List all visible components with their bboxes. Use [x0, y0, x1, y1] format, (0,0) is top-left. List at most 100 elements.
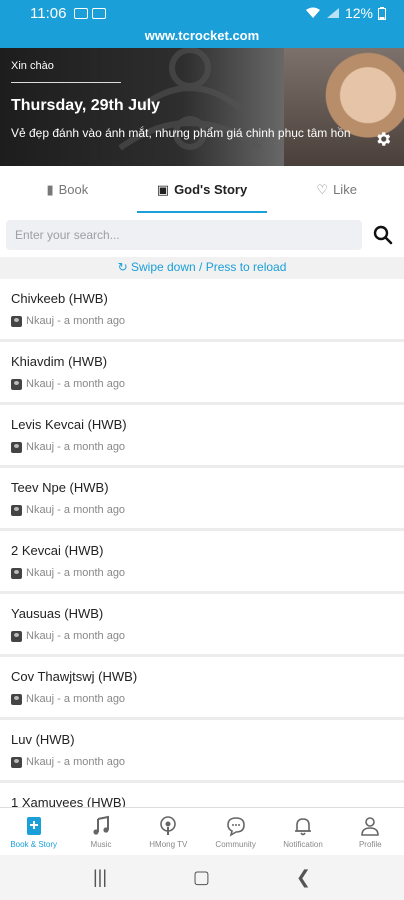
author-avatar-icon [11, 693, 22, 705]
story-title: 1 Xamuyees (HWB) [11, 795, 126, 807]
status-right: 12% [305, 5, 386, 21]
image-notification-icon [74, 7, 89, 19]
nav-hmong-tv-label: HMong TV [149, 839, 188, 849]
author-avatar-icon [11, 630, 22, 642]
story-title: 2 Kevcai (HWB) [11, 543, 104, 558]
hero-quote: Vẻ đẹp đánh vào ánh mắt, nhưng phẩm giá … [11, 126, 351, 140]
battery-icon [378, 6, 386, 20]
music-note-icon [93, 815, 109, 835]
tab-like-label: Like [333, 182, 357, 197]
nav-notification[interactable]: Notification [269, 808, 336, 855]
nav-community-label: Community [215, 839, 256, 849]
tab-book[interactable]: ▮ Book [0, 166, 135, 213]
person-icon [361, 816, 380, 836]
story-meta-text: Nkauj - a month ago [26, 315, 126, 327]
story-meta: Nkauj - a month ago [11, 693, 393, 705]
battery-percent: 12% [344, 5, 373, 21]
search-input[interactable] [6, 220, 362, 250]
hero-portrait-image [284, 48, 404, 166]
book-story-icon [26, 816, 41, 835]
nav-book-story[interactable]: Book & Story [0, 808, 67, 855]
signal-icon [326, 8, 339, 18]
search-row [0, 213, 404, 257]
list-item[interactable]: 1 Xamuyees (HWB) [0, 783, 404, 807]
story-title: Chivkeeb (HWB) [11, 291, 108, 306]
story-meta-text: Nkauj - a month ago [26, 630, 126, 642]
author-avatar-icon [11, 567, 22, 579]
story-meta: Nkauj - a month ago [11, 504, 393, 516]
tab-book-label: Book [58, 182, 89, 197]
status-bar: 11:06 12% [0, 0, 404, 26]
story-meta: Nkauj - a month ago [11, 315, 393, 327]
back-icon[interactable]: ❮ [296, 867, 311, 888]
reload-hint[interactable]: ↻ Swipe down / Press to reload [0, 257, 404, 279]
story-meta-text: Nkauj - a month ago [26, 567, 126, 579]
list-item[interactable]: Chivkeeb (HWB) Nkauj - a month ago [0, 279, 404, 342]
nav-book-story-label: Book & Story [10, 839, 57, 849]
recent-apps-icon[interactable]: ||| [93, 867, 107, 888]
hero-date: Thursday, 29th July [11, 97, 161, 114]
story-title: Cov Thawjtswj (HWB) [11, 669, 138, 684]
author-avatar-icon [11, 441, 22, 453]
story-meta-text: Nkauj - a month ago [26, 378, 126, 390]
book-icon: ▮ [46, 181, 54, 197]
list-item[interactable]: Teev Npe (HWB) Nkauj - a month ago [0, 468, 404, 531]
story-title: Yausuas (HWB) [11, 606, 104, 621]
gear-icon[interactable] [374, 130, 392, 148]
story-list: Chivkeeb (HWB) Nkauj - a month ago Khiav… [0, 279, 404, 807]
reload-hint-label: Swipe down / Press to reload [130, 260, 287, 274]
author-avatar-icon [11, 756, 22, 768]
hero-banner: Xin chào Thursday, 29th July Vẻ đẹp đánh… [0, 48, 404, 166]
story-title: Khiavdim (HWB) [11, 354, 108, 369]
bell-icon [294, 817, 311, 835]
image-notification-icon [92, 7, 107, 19]
list-item[interactable]: Cov Thawjtswj (HWB) Nkauj - a month ago [0, 657, 404, 720]
status-time: 11:06 [30, 4, 67, 22]
story-meta: Nkauj - a month ago [11, 630, 393, 642]
tab-like[interactable]: ♡ Like [269, 166, 404, 213]
nav-notification-label: Notification [283, 839, 323, 849]
refresh-icon: ↻ [117, 260, 128, 274]
story-meta: Nkauj - a month ago [11, 378, 393, 390]
search-button[interactable] [372, 224, 394, 246]
nav-community[interactable]: Community [202, 808, 269, 855]
list-item[interactable]: Khiavdim (HWB) Nkauj - a month ago [0, 342, 404, 405]
search-icon [373, 225, 393, 245]
story-title: Teev Npe (HWB) [11, 480, 109, 495]
list-item[interactable]: Levis Kevcai (HWB) Nkauj - a month ago [0, 405, 404, 468]
story-meta: Nkauj - a month ago [11, 567, 393, 579]
story-title: Luv (HWB) [11, 732, 75, 747]
story-meta-text: Nkauj - a month ago [26, 756, 126, 768]
heart-icon: ♡ [316, 181, 329, 197]
bottom-nav: Book & Story Music HMong TV Community No… [0, 807, 404, 855]
tab-gods-story[interactable]: ▣ God's Story [135, 166, 270, 213]
hero-divider [11, 82, 121, 83]
hero-greeting: Xin chào [11, 60, 54, 72]
story-meta-text: Nkauj - a month ago [26, 441, 126, 453]
nav-music[interactable]: Music [67, 808, 134, 855]
list-item[interactable]: 2 Kevcai (HWB) Nkauj - a month ago [0, 531, 404, 594]
home-icon[interactable]: ▢ [193, 867, 210, 888]
content-tabs: ▮ Book ▣ God's Story ♡ Like [0, 166, 404, 213]
author-avatar-icon [11, 504, 22, 516]
system-nav-bar: ||| ▢ ❮ [0, 855, 404, 900]
list-item[interactable]: Yausuas (HWB) Nkauj - a month ago [0, 594, 404, 657]
wifi-icon [305, 7, 320, 18]
nav-profile[interactable]: Profile [337, 808, 404, 855]
chat-bubble-icon [226, 816, 245, 837]
nav-profile-label: Profile [358, 839, 382, 849]
bible-icon: ▣ [156, 181, 170, 197]
author-avatar-icon [11, 378, 22, 390]
status-notification-icons [74, 7, 107, 19]
story-meta-text: Nkauj - a month ago [26, 504, 126, 516]
story-title: Levis Kevcai (HWB) [11, 417, 127, 432]
story-meta-text: Nkauj - a month ago [26, 693, 126, 705]
podcast-icon [160, 815, 177, 835]
story-meta: Nkauj - a month ago [11, 756, 393, 768]
tab-gods-story-label: God's Story [174, 182, 248, 197]
author-avatar-icon [11, 315, 22, 327]
list-item[interactable]: Luv (HWB) Nkauj - a month ago [0, 720, 404, 783]
browser-url[interactable]: www.tcrocket.com [0, 26, 404, 48]
nav-hmong-tv[interactable]: HMong TV [135, 808, 202, 855]
story-meta: Nkauj - a month ago [11, 441, 393, 453]
